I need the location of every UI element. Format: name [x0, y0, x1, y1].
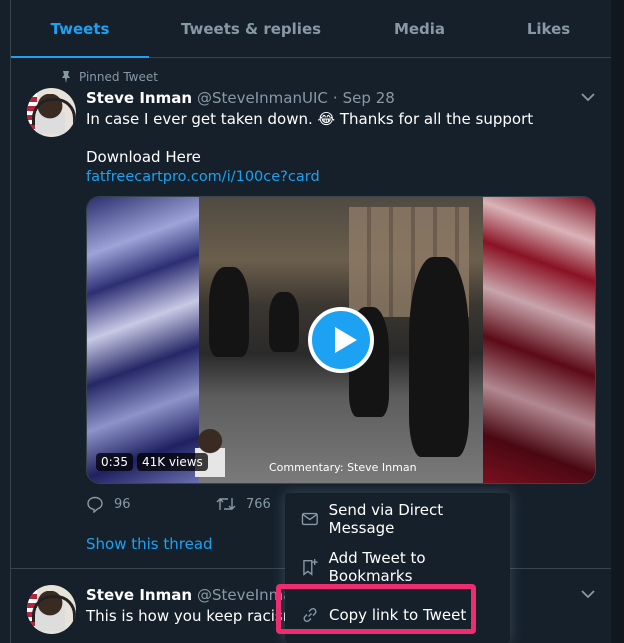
reply-button[interactable]: 96: [86, 495, 216, 513]
retweet-button[interactable]: 766: [216, 495, 271, 513]
display-name[interactable]: Steve Inman: [86, 89, 192, 107]
headset-icon: [32, 98, 76, 125]
reply-icon: [87, 496, 103, 513]
tab-label: Tweets & replies: [180, 19, 322, 38]
tweet-link[interactable]: fatfreecartpro.com/i/100ce?card: [86, 168, 320, 187]
download-text: Download Here: [86, 148, 201, 166]
figure-silhouette: [269, 292, 299, 352]
display-name[interactable]: Steve Inman: [86, 586, 192, 604]
play-icon: [335, 327, 357, 353]
video-duration: 0:35: [96, 453, 133, 471]
video-stats: 0:35 41K views: [96, 453, 208, 471]
tab-media[interactable]: Media: [353, 0, 486, 57]
figure-silhouette: [409, 257, 469, 457]
retweet-count: 766: [246, 496, 271, 512]
video-views: 41K views: [136, 453, 208, 471]
tab-tweets[interactable]: Tweets: [11, 0, 149, 58]
retweet-icon: [216, 498, 236, 510]
page-edge: [611, 0, 624, 643]
video-caption: Commentary: Steve Inman: [269, 461, 417, 474]
headset-icon: [32, 595, 76, 622]
separator-dot: ·: [332, 89, 338, 107]
tweet-date[interactable]: Sep 28: [343, 89, 395, 107]
chevron-down-icon[interactable]: [579, 585, 597, 603]
tab-likes[interactable]: Likes: [486, 0, 611, 57]
tab-label: Likes: [526, 19, 571, 38]
tweet-text: In case I ever get taken down. 😂 Thanks …: [86, 110, 534, 128]
menu-item-label: Send via Direct Message: [328, 501, 444, 537]
avatar[interactable]: [27, 88, 76, 137]
figure-silhouette: [209, 267, 249, 357]
tweet-actions: 96 766: [86, 495, 271, 513]
envelope-icon: [301, 512, 318, 526]
menu-item-label: Add Tweet to Bookmarks: [328, 549, 426, 585]
flag-background-right: [483, 197, 595, 483]
pinned-label: Pinned Tweet: [79, 70, 158, 84]
profile-tabs: Tweets Tweets & replies Media Likes: [11, 0, 611, 58]
chevron-down-icon[interactable]: [579, 88, 597, 106]
pin-icon: [62, 71, 70, 83]
avatar[interactable]: [27, 585, 76, 634]
pinned-indicator: Pinned Tweet: [61, 70, 158, 84]
tab-label: Tweets: [50, 19, 110, 38]
tab-label: Media: [393, 19, 446, 38]
reply-count: 96: [114, 496, 131, 512]
tab-tweets-and-replies[interactable]: Tweets & replies: [149, 0, 353, 57]
user-handle[interactable]: @SteveInmanUIC: [197, 89, 328, 107]
show-thread-link[interactable]: Show this thread: [86, 535, 213, 553]
play-button[interactable]: [308, 307, 374, 373]
tweet-header: Steve Inman @SteveInmanUIC · Sep 28: [86, 89, 395, 107]
video-player[interactable]: 0:35 41K views Commentary: Steve Inman: [86, 196, 596, 484]
bookmark-add-icon: [303, 559, 318, 576]
menu-item-send-direct-message[interactable]: Send via Direct Message: [285, 495, 510, 543]
highlight-box: [276, 584, 476, 634]
flag-background-left: [87, 197, 199, 483]
